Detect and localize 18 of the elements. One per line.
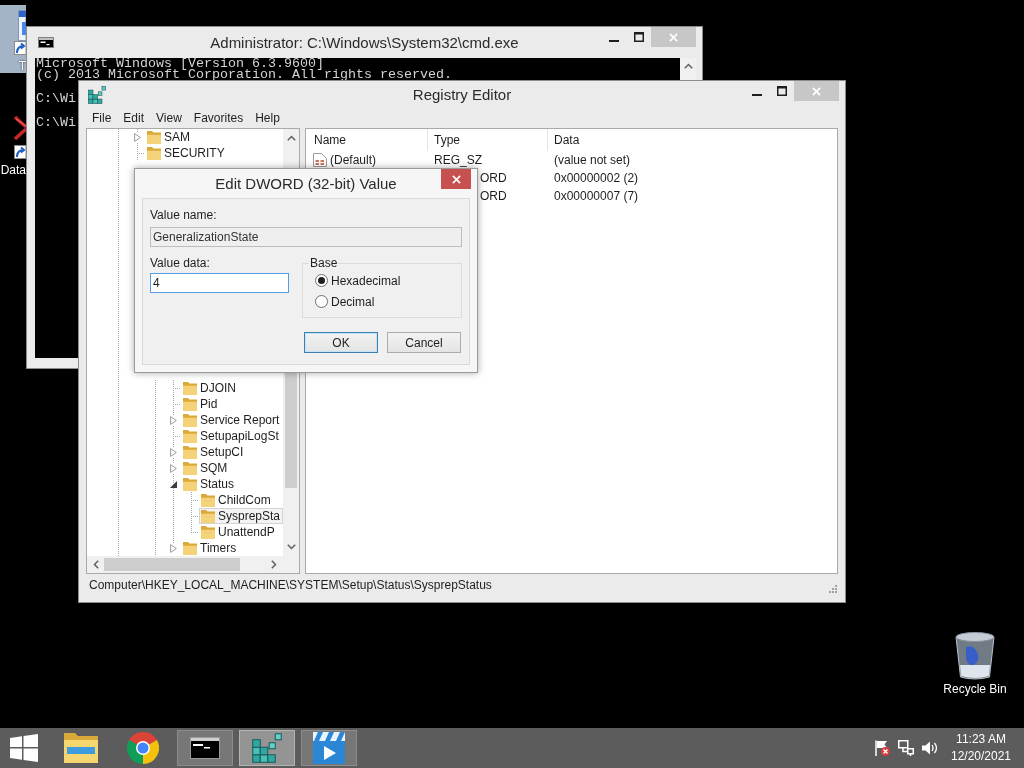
window-title: Edit DWORD (32-bit) Value [215, 175, 397, 192]
window-title: Registry Editor [412, 86, 512, 103]
console-line: C:\Wi [36, 117, 76, 128]
table-cell: 0x00000002 (2) [554, 171, 639, 185]
console-line: (c) 2013 Microsoft Corporation. All rights reserved. [36, 69, 452, 80]
table-cell: 0x00000007 (7) [554, 189, 639, 203]
table-cell: (Default) [330, 153, 376, 167]
table-cell: ORD [480, 171, 507, 185]
field-label: Value data: [150, 256, 210, 271]
field-label: Value name: [150, 208, 217, 223]
console-line: Microsoft Windows [Version 6.3.9600] [36, 58, 324, 69]
console-line: C:\Wi [36, 93, 76, 104]
table-cell: REG_SZ [434, 153, 482, 167]
status-text: Computer\HKEY_LOCAL_MACHINE\SYSTEM\Setup\Status\SysprepStatus [89, 578, 492, 592]
window-title: Administrator: C:\Windows\System32\cmd.exe [210, 34, 519, 51]
group-label: Base [309, 256, 339, 270]
table-cell: ORD [480, 189, 507, 203]
table-cell: (value not set) [554, 153, 631, 167]
